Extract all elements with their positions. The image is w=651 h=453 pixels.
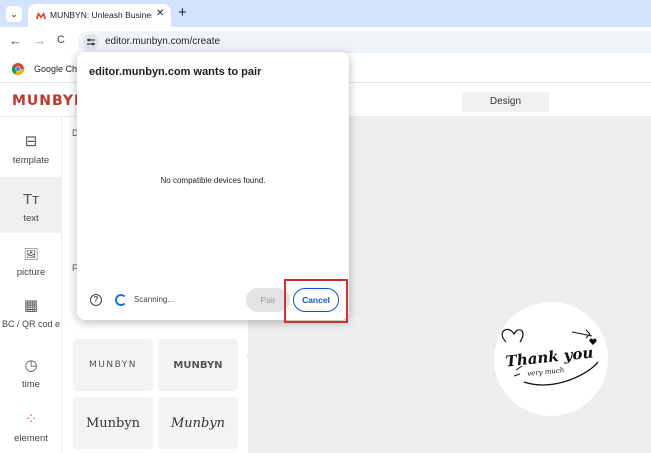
sidebar-item-barcode-qr[interactable]: ▦ BC / QR cod e xyxy=(0,297,62,330)
font-sample-card[interactable]: Munbyn xyxy=(73,397,153,449)
sidebar-item-text[interactable]: Tт text xyxy=(0,177,62,233)
font-sample-card[interactable]: Munbyn xyxy=(158,397,238,449)
url-text[interactable]: editor.munbyn.com/create xyxy=(105,36,220,47)
sidebar-item-label: template xyxy=(12,155,50,166)
chrome-icon xyxy=(12,63,24,75)
font-sample-card[interactable]: MUNBYN xyxy=(158,339,238,391)
browser-tab[interactable]: MUNBYN: Unleash Business Cre ✕ xyxy=(28,4,171,27)
tab-title: MUNBYN: Unleash Business Cre xyxy=(50,10,152,20)
font-sample-card[interactable]: MUNBYN xyxy=(73,339,153,391)
cancel-highlight-box xyxy=(284,279,348,323)
sidebar-item-label: element xyxy=(14,433,48,444)
browser-toolbar: ← → C editor.munbyn.com/create xyxy=(0,27,651,55)
sidebar-item-label: text xyxy=(23,213,39,224)
artwork-line2: very much xyxy=(527,366,565,378)
tab-close-icon[interactable]: ✕ xyxy=(156,8,164,19)
address-bar[interactable]: editor.munbyn.com/create xyxy=(78,31,651,53)
sidebar-item-template[interactable]: ⊟ template xyxy=(0,133,62,166)
sidebar-item-element[interactable]: ⁘ element xyxy=(0,411,62,444)
barcode-qr-icon: ▦ xyxy=(23,297,39,314)
element-icon: ⁘ xyxy=(24,411,38,428)
munbyn-logo[interactable]: MUNBYN xyxy=(12,93,87,109)
template-icon: ⊟ xyxy=(24,133,38,150)
sidebar-item-label: BC / QR cod e xyxy=(1,319,61,329)
font-sample-text: Munbyn xyxy=(170,415,226,431)
tab-search-button[interactable]: ⌄ xyxy=(6,6,22,22)
scanning-status: Scanning... xyxy=(134,295,175,304)
sidebar-item-time[interactable]: ◷ time xyxy=(0,357,62,390)
sidebar-item-label: picture xyxy=(16,267,46,278)
dialog-title: editor.munbyn.com wants to pair xyxy=(89,66,262,78)
site-info-icon[interactable] xyxy=(83,34,99,50)
forward-button[interactable]: → xyxy=(33,33,46,48)
help-icon[interactable]: ? xyxy=(90,294,102,306)
new-tab-button[interactable]: + xyxy=(178,4,187,21)
reload-button[interactable]: C xyxy=(57,34,65,46)
font-sample-text: MUNBYN xyxy=(173,359,223,371)
scanning-spinner-icon xyxy=(115,294,127,306)
clock-icon: ◷ xyxy=(24,357,38,374)
tool-sidebar: ⊟ template Tт text 🖼 picture ▦ BC / QR c… xyxy=(0,117,62,453)
font-sample-text: MUNBYN xyxy=(89,360,137,370)
sidebar-item-label: time xyxy=(22,379,40,390)
back-button[interactable]: ← xyxy=(9,33,22,48)
thank-you-artwork[interactable]: Thank you very much xyxy=(494,302,608,416)
munbyn-favicon-icon xyxy=(36,12,46,19)
browser-tab-bar: ⌄ MUNBYN: Unleash Business Cre ✕ + xyxy=(0,0,651,27)
tab-design[interactable]: Design xyxy=(462,92,549,112)
sidebar-item-picture[interactable]: 🖼 picture xyxy=(0,245,62,278)
picture-icon: 🖼 xyxy=(23,247,39,261)
artwork-line1: Thank you xyxy=(505,343,594,370)
font-sample-text: Munbyn xyxy=(85,415,141,431)
no-devices-message: No compatible devices found. xyxy=(160,176,266,185)
text-icon: Tт xyxy=(22,191,40,208)
